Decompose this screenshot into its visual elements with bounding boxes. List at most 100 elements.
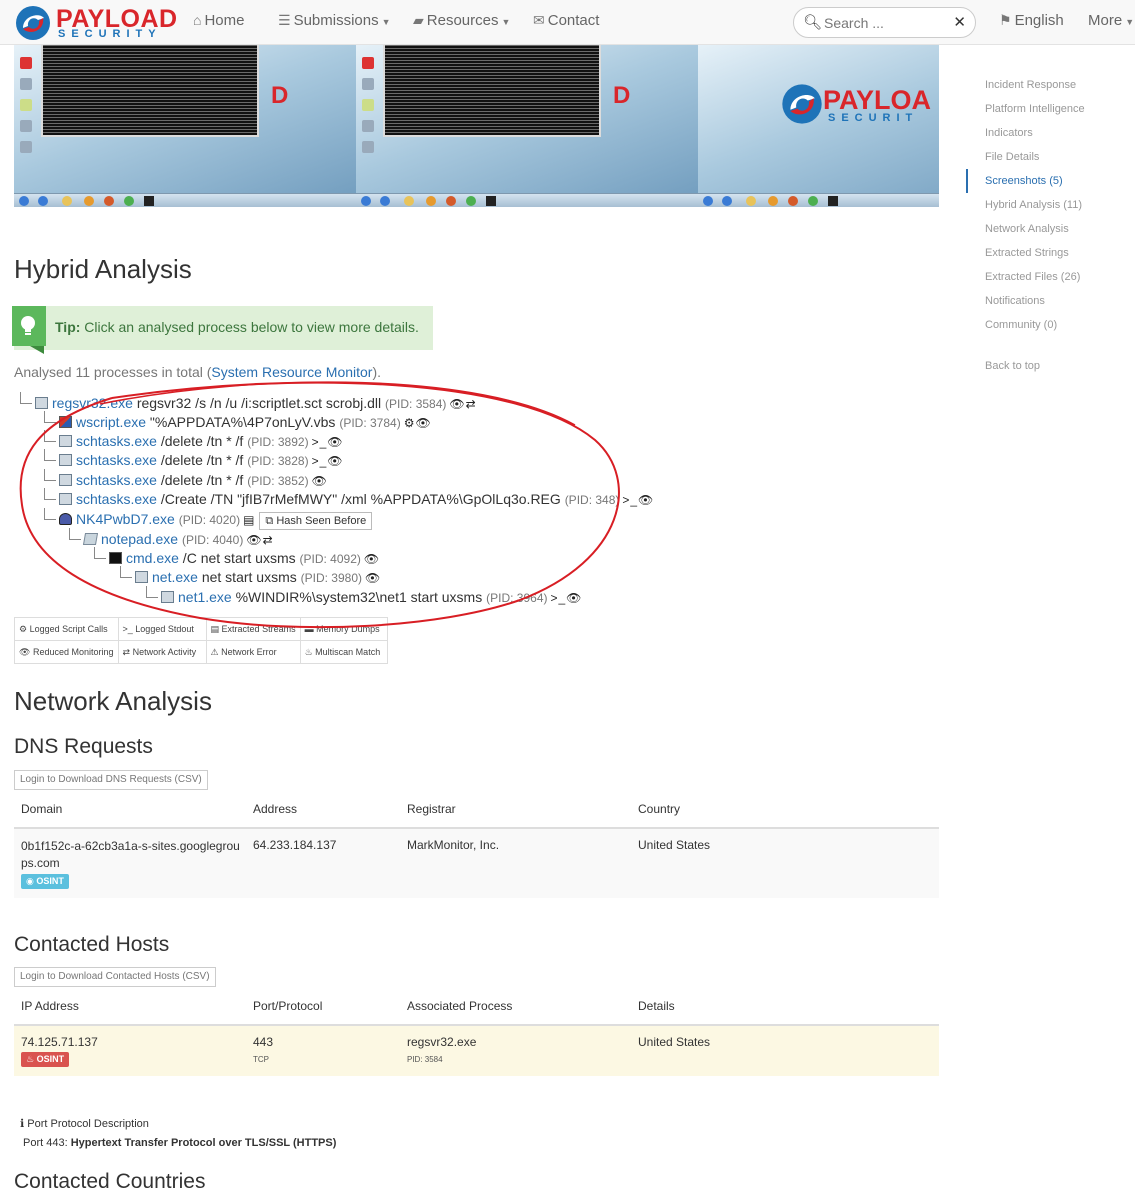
legend-item: >_ Logged Stdout: [117, 617, 207, 641]
process-row[interactable]: wscript.exe "%APPDATA%\4P7onLyV.vbs (PID…: [44, 411, 432, 430]
sidenav-network-analysis[interactable]: Network Analysis: [966, 217, 1116, 241]
sidenav-notifications[interactable]: Notifications: [966, 289, 1116, 313]
process-action-icons: ▤: [243, 513, 256, 527]
sidenav-extracted-strings[interactable]: Extracted Strings: [966, 241, 1116, 265]
process-name-link[interactable]: schtasks.exe: [76, 433, 157, 449]
process-action-icons: >_👁: [311, 454, 344, 468]
port-protocol-title: Port Protocol Description: [27, 1118, 149, 1130]
tree-branch: [69, 528, 81, 540]
process-row[interactable]: notepad.exe (PID: 4040) 👁⇄: [69, 528, 274, 547]
process-name-link[interactable]: wscript.exe: [76, 414, 146, 430]
hash-seen-before-button[interactable]: ⧉ Hash Seen Before: [259, 512, 373, 530]
search-input[interactable]: [822, 13, 952, 33]
legend-item: ▬ Memory Dumps: [299, 617, 388, 641]
tree-branch: [120, 566, 132, 578]
domain-cell: 0b1f152c-a-62cb3a1a-s-sites.googlegrou p…: [21, 838, 240, 889]
gear-icon: ⚙: [19, 623, 28, 634]
screenshot-thumbnail[interactable]: D: [356, 45, 698, 207]
process-row[interactable]: schtasks.exe /delete /tn * /f (PID: 3892…: [44, 430, 344, 449]
legend-label: Extracted Streams: [221, 623, 296, 634]
process-text: regsvr32.exe: [407, 1035, 477, 1049]
ip-text: 74.125.71.137: [21, 1035, 98, 1049]
protocol-text: TCP: [253, 1055, 269, 1064]
user-process-icon: [59, 513, 72, 525]
nav-more[interactable]: More ▼: [1088, 12, 1134, 29]
sidenav-hybrid-analysis[interactable]: Hybrid Analysis (11): [966, 193, 1116, 217]
sidenav-extracted-files[interactable]: Extracted Files (26): [966, 265, 1116, 289]
column-header: Associated Process: [407, 999, 513, 1013]
caret-down-icon: ▼: [1125, 17, 1135, 27]
contacted-hosts-heading: Contacted Hosts: [14, 933, 170, 956]
process-name-link[interactable]: regsvr32.exe: [52, 395, 133, 411]
process-name-link[interactable]: net1.exe: [178, 589, 232, 605]
process-pid: (PID: 3964): [486, 591, 548, 605]
screenshot-thumbnail[interactable]: D: [14, 45, 356, 207]
nav-resources[interactable]: ▰ Resources ▼: [413, 12, 510, 29]
sidenav-indicators[interactable]: Indicators: [966, 121, 1116, 145]
contacted-countries-heading: Contacted Countries: [14, 1170, 206, 1193]
terminal-icon: >_: [122, 624, 133, 634]
process-pid: (PID: 4092): [299, 552, 361, 566]
process-name-link[interactable]: NK4PwbD7.exe: [76, 511, 175, 527]
process-name-link[interactable]: net.exe: [152, 569, 198, 585]
process-name-link[interactable]: schtasks.exe: [76, 491, 157, 507]
osint-badge[interactable]: ♨ OSINT: [21, 1052, 70, 1067]
process-row[interactable]: NK4PwbD7.exe (PID: 4020) ▤ ⧉ Hash Seen Bef…: [44, 508, 373, 530]
port-desc-text: Hypertext Transfer Protocol over TLS/SSL…: [70, 1137, 337, 1149]
process-action-icons: 👁: [365, 571, 382, 585]
osint-label: OSINT: [36, 1054, 65, 1064]
process-pid: (PID: 4020): [178, 513, 241, 527]
nav-submissions[interactable]: ☰ Submissions ▼: [278, 12, 391, 29]
process-row[interactable]: schtasks.exe /delete /tn * /f (PID: 3852…: [44, 469, 328, 488]
process-name-link[interactable]: schtasks.exe: [76, 472, 157, 488]
process-icon: [35, 397, 48, 409]
process-row[interactable]: schtasks.exe /delete /tn * /f (PID: 3828…: [44, 449, 344, 468]
legend-label: Memory Dumps: [316, 624, 380, 634]
process-name-link[interactable]: schtasks.exe: [76, 452, 157, 468]
domain-text: 0b1f152c-a-62cb3a1a-s-sites.googlegrou: [21, 839, 240, 853]
sidenav-community[interactable]: Community (0): [966, 313, 1116, 337]
screenshot-thumbnail[interactable]: PAYLOA SECURIT: [698, 45, 939, 207]
clear-search-icon[interactable]: ✕: [953, 13, 966, 31]
nav-home[interactable]: ⌂ Home: [193, 12, 244, 29]
process-icon: [161, 591, 174, 603]
domain-text: ps.com: [21, 856, 60, 870]
caret-down-icon: ▼: [381, 17, 391, 27]
process-icon: [59, 493, 72, 505]
column-header: Country: [638, 802, 681, 816]
contacted-hosts-table: IP Address Port/Protocol Associated Proc…: [14, 999, 939, 1077]
table-row: 74.125.71.137 ♨ OSINT 443 TCP regsvr32.e…: [14, 1026, 939, 1076]
process-pid: (PID: 3828): [247, 454, 309, 468]
lightbulb-icon: [21, 316, 35, 335]
address-cell: 64.233.184.137: [253, 838, 337, 852]
nav-contact[interactable]: ✉ Contact: [533, 12, 599, 29]
desktop-icons: [362, 57, 376, 162]
tip-label: Tip:: [55, 319, 81, 335]
country-cell: United States: [638, 838, 711, 852]
legend-label: Logged Script Calls: [29, 623, 108, 634]
registrar-cell: MarkMonitor, Inc.: [407, 838, 500, 852]
process-row[interactable]: regsvr32.exe regsvr32 /s /n /u /i:script…: [20, 392, 477, 411]
sidenav-incident-response[interactable]: Incident Response: [966, 73, 1116, 97]
osint-badge[interactable]: ◉ OSINT: [21, 874, 69, 889]
back-to-top-link[interactable]: Back to top: [966, 354, 1116, 378]
process-name-link[interactable]: notepad.exe: [101, 531, 178, 547]
process-row[interactable]: cmd.exe /C net start uxsms (PID: 4092) 👁: [94, 547, 381, 566]
tree-branch: [94, 547, 106, 559]
process-action-icons: 👁: [363, 552, 381, 566]
sidenav-platform-intelligence[interactable]: Platform Intelligence: [966, 97, 1116, 121]
system-resource-monitor-link[interactable]: System Resource Monitor: [211, 364, 372, 380]
pid-text: PID: 3584: [407, 1055, 443, 1064]
process-row[interactable]: schtasks.exe /Create /TN "jfIB7rMefMWY" …: [44, 488, 655, 507]
process-action-icons: >_👁: [622, 493, 655, 507]
sidenav-screenshots[interactable]: Screenshots (5): [966, 169, 1116, 193]
process-row[interactable]: net.exe net start uxsms (PID: 3980) 👁: [120, 566, 382, 585]
download-hosts-csv-button[interactable]: Login to Download Contacted Hosts (CSV): [14, 967, 216, 987]
script-file-icon: [59, 416, 72, 428]
process-row[interactable]: net1.exe %WINDIR%\system32\net1 start ux…: [146, 586, 582, 605]
language-selector[interactable]: ⚑ English: [999, 12, 1064, 29]
download-dns-csv-button[interactable]: Login to Download DNS Requests (CSV): [14, 770, 208, 790]
process-name-link[interactable]: cmd.exe: [126, 550, 179, 566]
payload-security-logo[interactable]: PAYLOAD SECURITY: [14, 4, 177, 42]
sidenav-file-details[interactable]: File Details: [966, 145, 1116, 169]
